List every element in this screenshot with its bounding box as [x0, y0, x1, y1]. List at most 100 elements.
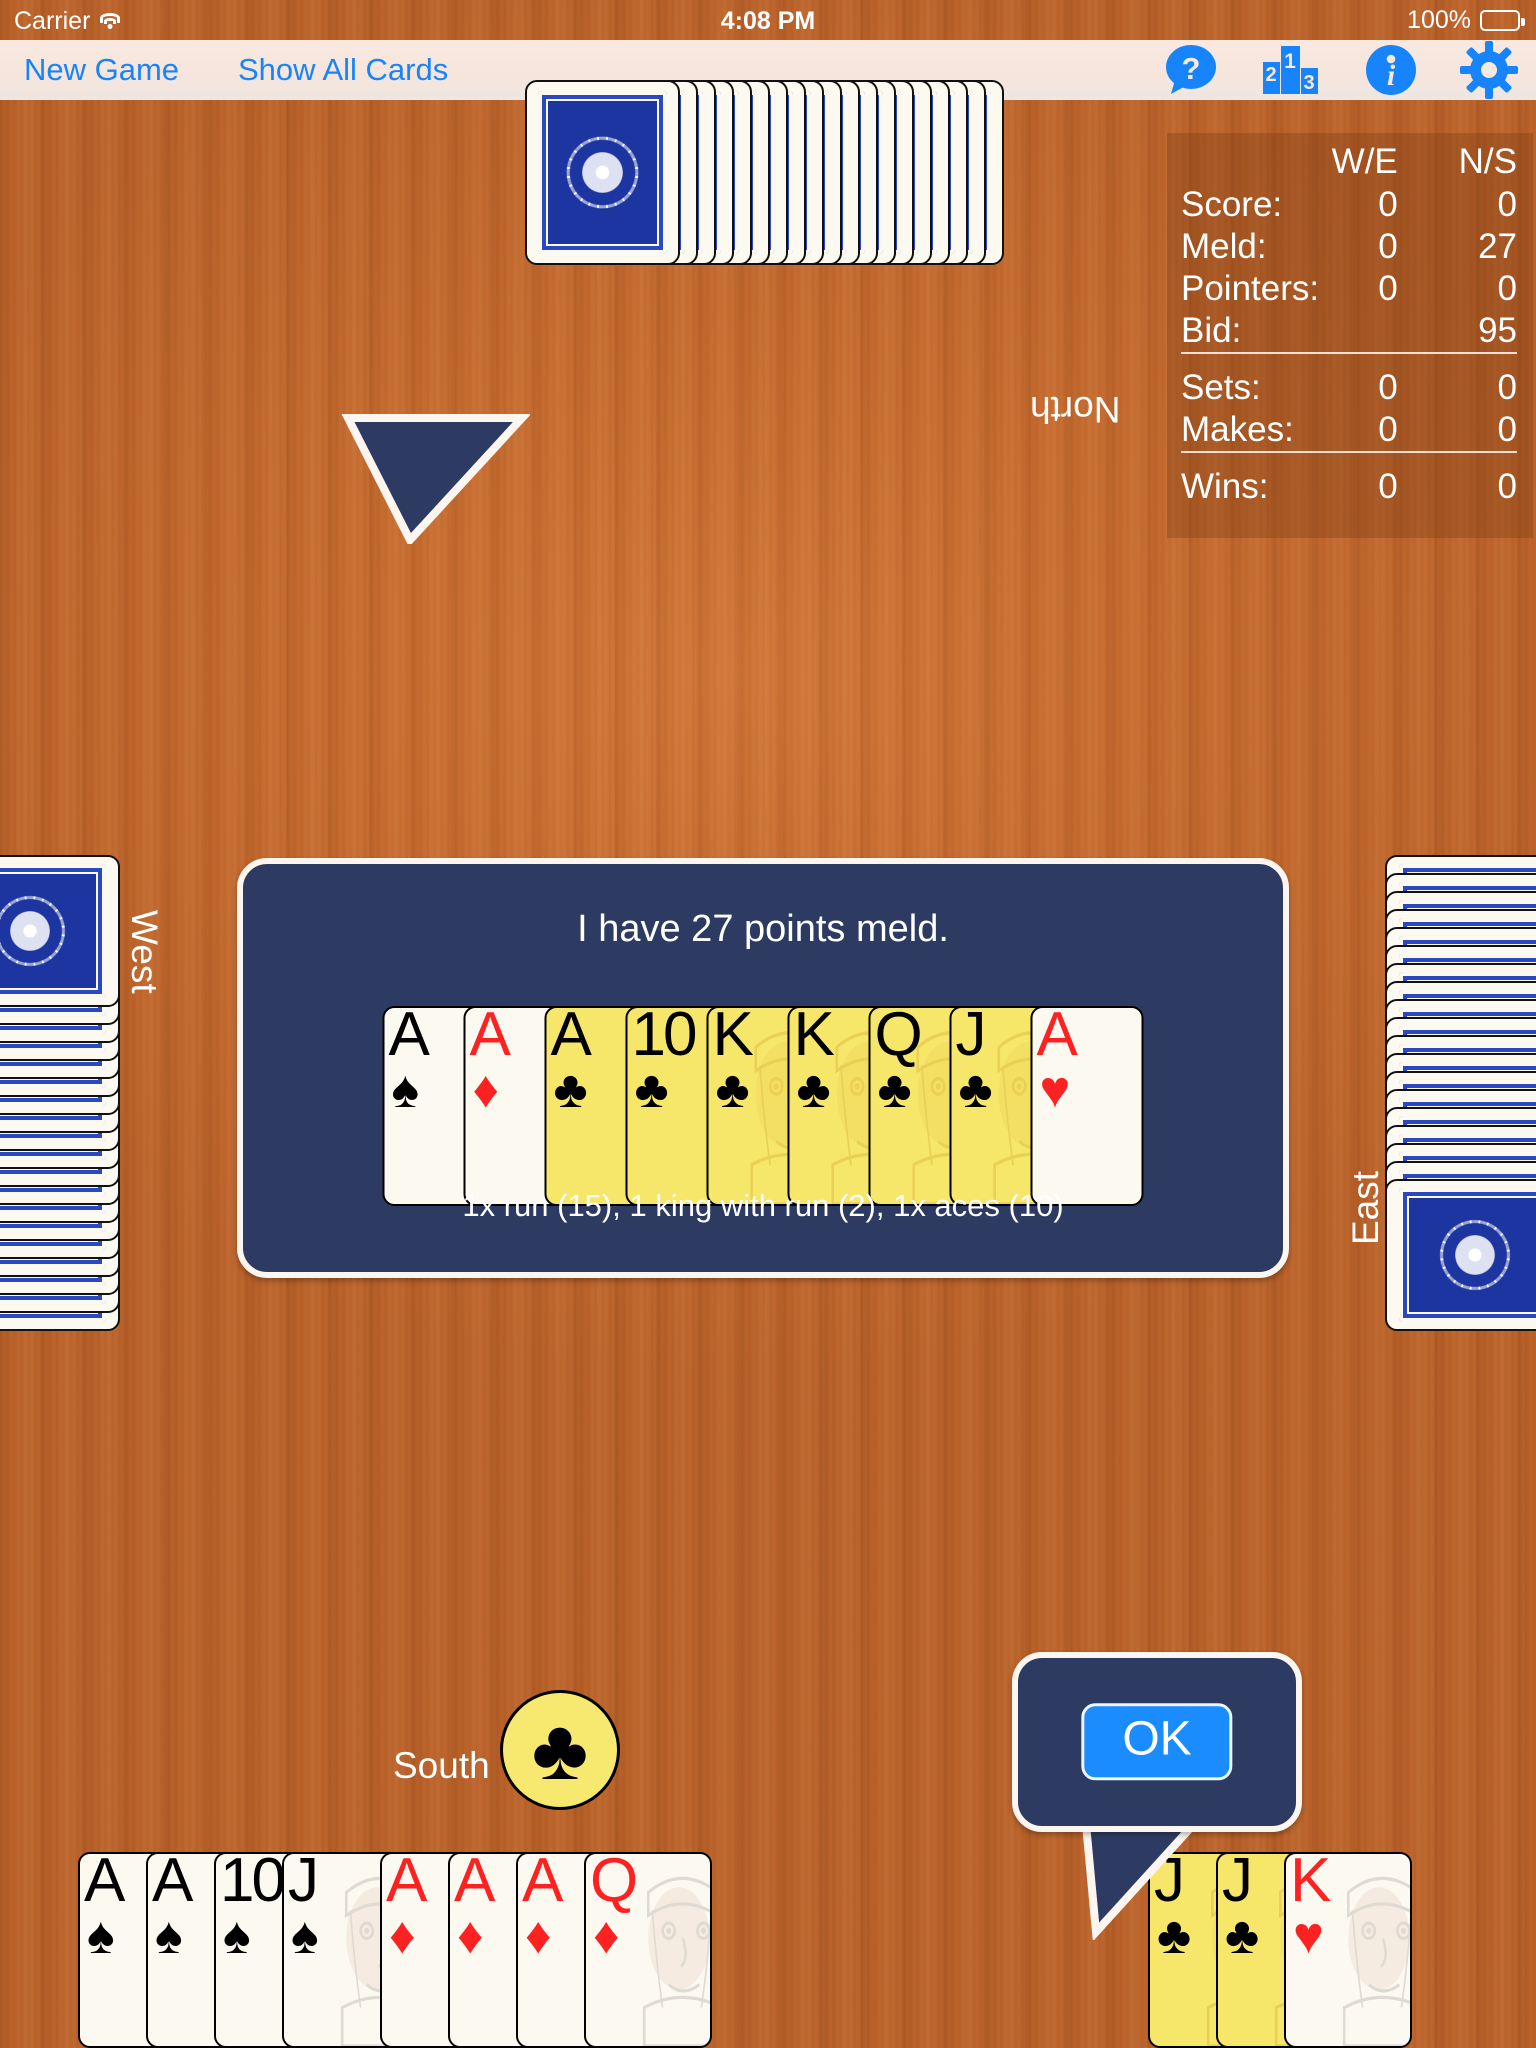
scoreboard: W/E N/S Score: 0 0 Meld: 0 27 Pointers: …	[1167, 133, 1533, 538]
clock-label: 4:08 PM	[720, 7, 816, 35]
bid-we-value	[1319, 310, 1426, 353]
card-back	[525, 80, 680, 265]
pointers-we-value: 0	[1378, 269, 1398, 308]
bid-label: Bid:	[1181, 311, 1242, 350]
card-rank: A	[454, 1852, 495, 1915]
battery-full-icon	[1480, 10, 1525, 31]
leaderboard-icon[interactable]: 2 1 3	[1260, 42, 1322, 98]
bid-ns-value: 95	[1478, 311, 1517, 350]
card-suit-club-icon: ♣	[877, 1061, 912, 1119]
score-we-value: 0	[1378, 185, 1398, 224]
toolbar-icons: ? 2 1 3 i	[1163, 41, 1518, 99]
scoreboard-header-blank	[1181, 141, 1319, 184]
card-rank: A	[469, 1006, 511, 1069]
meld-we-value: 0	[1378, 227, 1398, 266]
new-game-button[interactable]: New Game	[24, 52, 179, 88]
card-suit-heart-icon: ♥	[1039, 1061, 1071, 1119]
card-rank: J	[1222, 1852, 1253, 1915]
card-rank: A	[386, 1852, 427, 1915]
card-suit-spade-icon: ♠	[87, 1907, 115, 1965]
score-label: Score:	[1181, 185, 1283, 224]
info-icon[interactable]: i	[1363, 42, 1419, 98]
playing-card[interactable]: K ♥	[1284, 1852, 1412, 2048]
seat-label-east: East	[1345, 1170, 1386, 1245]
meld-card-row: A ♠ A ♦ A ♣ 10 ♣ K ♣ K ♣ Q ♣ J ♣ A ♥	[382, 1006, 1144, 1306]
table-row: Makes: 0 0	[1181, 409, 1517, 452]
svg-text:1: 1	[1284, 50, 1296, 73]
card-suit-heart-icon: ♥	[1293, 1907, 1324, 1965]
scoreboard-header-we: W/E	[1331, 142, 1398, 181]
south-hand-right-group[interactable]: J ♣ J ♣ K ♥	[1148, 1852, 1536, 2048]
seat-label-south: South	[393, 1745, 490, 1786]
scoreboard-divider-1	[1181, 352, 1517, 367]
card-suit-club-icon: ♣	[796, 1061, 831, 1119]
playing-card[interactable]: Q ♦	[584, 1852, 712, 2048]
wins-we-value: 0	[1378, 467, 1398, 506]
score-ns-value: 0	[1497, 185, 1517, 224]
wins-label: Wins:	[1181, 467, 1269, 506]
card-back-pattern	[537, 91, 668, 254]
seat-label-west: West	[124, 910, 165, 994]
wins-ns-value: 0	[1497, 467, 1517, 506]
help-icon[interactable]: ?	[1163, 42, 1219, 98]
card-back-pattern	[1399, 1188, 1536, 1322]
card-rank: A	[84, 1852, 125, 1915]
card-suit-spade-icon: ♠	[155, 1907, 183, 1965]
card-suit-club-icon: ♣	[1225, 1907, 1260, 1965]
ok-bubble-tail	[1081, 1820, 1200, 1940]
card-suit-club-icon: ♣	[715, 1061, 750, 1119]
ok-button[interactable]: OK	[1081, 1703, 1233, 1781]
card-rank: J	[955, 1006, 987, 1069]
table-row: Sets: 0 0	[1181, 367, 1517, 409]
sets-we-value: 0	[1378, 368, 1398, 407]
meld-breakdown-text: 1x run (15), 1 king with run (2), 1x ace…	[462, 1188, 1064, 1223]
card-back-pattern	[0, 864, 106, 998]
card-suit-diamond-icon: ♦	[389, 1907, 416, 1965]
card-rank: K	[1290, 1852, 1331, 1915]
card-back	[0, 855, 120, 1007]
card-rank: Q	[874, 1006, 923, 1069]
card-rank: Q	[590, 1852, 638, 1915]
svg-text:i: i	[1387, 59, 1396, 92]
card-back	[1385, 1179, 1536, 1331]
pointers-label: Pointers:	[1181, 269, 1320, 308]
seat-label-north: North	[1030, 389, 1121, 430]
meld-bubble-tail	[341, 414, 530, 544]
card-suit-club-icon: ♣	[958, 1061, 993, 1119]
meld-label: Meld:	[1181, 227, 1267, 266]
card-suit-spade-icon: ♠	[391, 1061, 420, 1119]
status-bar: Carrier 4:08 PM 100%	[0, 0, 1536, 40]
card-suit-diamond-icon: ♦	[525, 1907, 552, 1965]
makes-we-value: 0	[1378, 410, 1398, 449]
sets-ns-value: 0	[1497, 368, 1517, 407]
card-suit-diamond-icon: ♦	[593, 1907, 620, 1965]
card-suit-diamond-icon: ♦	[457, 1907, 484, 1965]
card-rank: A	[152, 1852, 193, 1915]
meld-announcement-bubble: I have 27 points meld. A ♠ A ♦ A ♣ 10 ♣ K ♣ K ♣ Q ♣ J ♣…	[237, 858, 1289, 1278]
table-row: Wins: 0 0	[1181, 466, 1517, 508]
ok-bubble: OK	[1012, 1652, 1302, 1832]
meld-title: I have 27 points meld.	[577, 908, 949, 950]
pointers-ns-value: 0	[1497, 269, 1517, 308]
card-suit-club-icon: ♣	[634, 1061, 669, 1119]
table-row: Bid: 95	[1181, 310, 1517, 353]
card-rank: K	[712, 1006, 754, 1069]
card-rank: A	[388, 1006, 430, 1069]
playing-card[interactable]: A ♥	[1030, 1006, 1144, 1206]
card-rank: 10	[631, 1006, 698, 1069]
svg-text:2: 2	[1265, 64, 1276, 86]
card-rank: 10	[220, 1852, 286, 1915]
scoreboard-divider-2	[1181, 451, 1517, 466]
table-row: Pointers: 0 0	[1181, 268, 1517, 310]
card-suit-club-icon: ♣	[553, 1061, 588, 1119]
card-rank: K	[793, 1006, 835, 1069]
svg-text:?: ?	[1182, 51, 1201, 86]
club-icon: ♣	[531, 1702, 589, 1798]
card-rank: A	[522, 1852, 563, 1915]
settings-gear-icon[interactable]	[1460, 41, 1518, 99]
card-suit-spade-icon: ♠	[223, 1907, 251, 1965]
south-hand-left-group[interactable]: A ♠ A ♠ 10 ♠ J ♠ A ♦ A ♦ A ♦ Q ♦	[78, 1852, 778, 2048]
show-all-cards-button[interactable]: Show All Cards	[238, 52, 448, 88]
card-suit-diamond-icon: ♦	[472, 1061, 500, 1119]
table-row: Score: 0 0	[1181, 184, 1517, 226]
